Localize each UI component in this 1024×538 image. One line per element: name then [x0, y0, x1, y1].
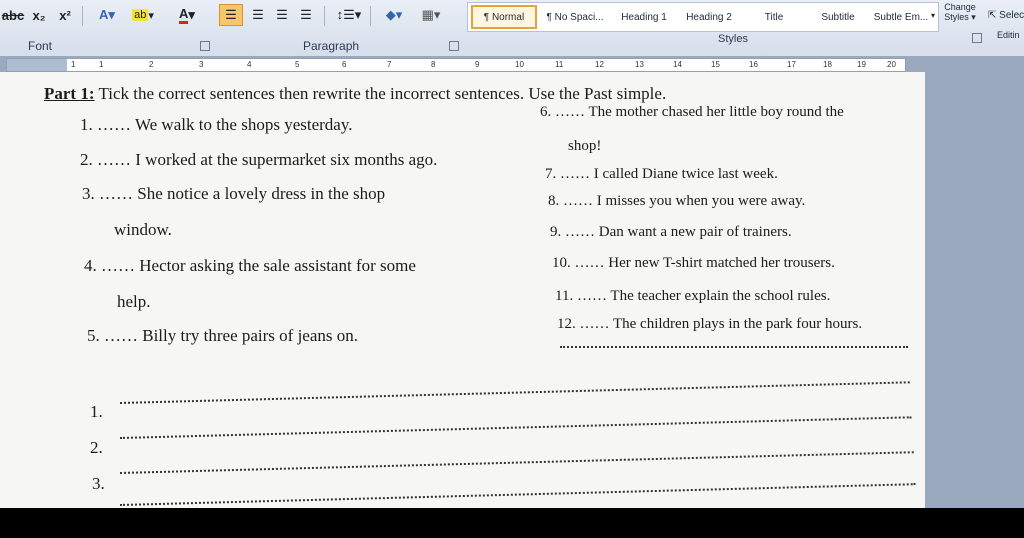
ruler-number: 7 [387, 60, 392, 69]
font-dialog-launcher-icon[interactable] [200, 41, 210, 51]
select-label: Selec [999, 10, 1024, 21]
ruler-number: 8 [431, 60, 436, 69]
highlight-color-icon[interactable]: ab ▾ [128, 6, 158, 24]
strikethrough-button[interactable]: abc [2, 6, 24, 24]
justify-icon[interactable]: ☰ [296, 6, 316, 24]
ruler-number: 14 [673, 60, 682, 69]
style-heading-2[interactable]: Heading 2 [678, 5, 740, 29]
horizontal-ruler[interactable]: 1 1 2 3 4 5 6 7 8 9 10 11 12 13 14 15 16… [6, 58, 906, 72]
sentence-11: 11. …… The teacher explain the school ru… [555, 288, 831, 304]
styles-dialog-launcher-icon[interactable] [972, 33, 982, 43]
ruler-number: 1 [71, 60, 76, 69]
ruler-number: 18 [823, 60, 832, 69]
sentence-8: 8. …… I misses you when you were away. [548, 193, 806, 209]
answer-line [119, 451, 914, 474]
superscript-button[interactable]: x² [54, 6, 76, 24]
answer-number-1: 1. [90, 402, 103, 421]
sentence-4-continued: help. [117, 292, 151, 311]
answer-line [560, 346, 908, 348]
font-color-icon[interactable]: A ▾ [170, 6, 204, 24]
ruler-number: 17 [787, 60, 796, 69]
answer-line [119, 483, 916, 506]
ruler-number: 6 [342, 60, 347, 69]
ruler-number: 11 [555, 60, 564, 69]
change-styles-button[interactable]: Change Styles ▾ [940, 2, 980, 32]
sentence-3-continued: window. [114, 220, 172, 239]
ruler-number: 15 [711, 60, 720, 69]
ruler-number: 4 [247, 60, 252, 69]
paragraph-dialog-launcher-icon[interactable] [449, 41, 459, 51]
line-spacing-icon[interactable]: ↕☰▾ [334, 6, 364, 24]
borders-icon[interactable]: ▦▾ [416, 6, 446, 24]
ruler-number: 1 [99, 60, 104, 69]
sentence-5: 5. …… Billy try three pairs of jeans on. [87, 326, 359, 345]
ruler-number: 10 [515, 60, 524, 69]
style-no-spacing[interactable]: ¶ No Spaci... [540, 5, 610, 29]
sentence-1: 1. …… We walk to the shops yesterday. [80, 115, 353, 134]
answer-line [119, 381, 910, 404]
align-left-icon[interactable]: ☰ [219, 4, 243, 26]
ruler-number: 12 [595, 60, 604, 69]
sentence-7: 7. …… I called Diane twice last week. [545, 166, 778, 182]
sentence-6-continued: shop! [568, 138, 602, 154]
styles-gallery: ¶ Normal ¶ No Spaci... Heading 1 Heading… [467, 2, 939, 32]
title-label: Part 1: [44, 84, 95, 103]
ruler-number: 2 [149, 60, 154, 69]
ruler-left-margin [7, 59, 67, 71]
ruler-number: 20 [887, 60, 896, 69]
ribbon: abc x₂ x² A▾ ab ▾ A ▾ Font ☰ ☰ ☰ ☰ ↕☰▾ ◆▾ … [0, 0, 1024, 57]
font-group-label: Font [28, 39, 53, 53]
sentence-6: 6. …… The mother chased her little boy r… [540, 104, 844, 120]
style-title[interactable]: Title [744, 5, 804, 29]
editing-group-label: Editin [997, 30, 1020, 40]
answer-number-2: 2. [90, 438, 103, 457]
answer-line [119, 416, 912, 439]
styles-group-label: Styles [718, 33, 748, 45]
answer-number-3: 3. [92, 474, 105, 493]
ruler-number: 13 [635, 60, 644, 69]
ruler-number: 3 [199, 60, 204, 69]
exercise-title: Part 1: Tick the correct sentences then … [44, 84, 666, 104]
ruler-number: 5 [295, 60, 300, 69]
style-heading-1[interactable]: Heading 1 [613, 5, 675, 29]
text-effects-icon[interactable]: A▾ [92, 6, 122, 24]
ruler-number: 19 [857, 60, 866, 69]
document-page[interactable]: Part 1: Tick the correct sentences then … [0, 72, 925, 508]
styles-more-icon[interactable]: ▾ [928, 6, 938, 24]
style-subtle-emphasis[interactable]: Subtle Em... [870, 5, 932, 29]
ruler-number: 16 [749, 60, 758, 69]
sentence-2: 2. …… I worked at the supermarket six mo… [80, 150, 438, 169]
paragraph-group-label: Paragraph [303, 39, 360, 53]
screen-bottom-bezel [0, 508, 1024, 538]
document-workspace: 1 1 2 3 4 5 6 7 8 9 10 11 12 13 14 15 16… [0, 56, 1024, 508]
sentence-4: 4. …… Hector asking the sale assistant f… [84, 256, 416, 275]
ruler-number: 9 [475, 60, 480, 69]
style-normal[interactable]: ¶ Normal [471, 5, 537, 29]
title-text: Tick the correct sentences then rewrite … [94, 84, 667, 103]
style-subtitle[interactable]: Subtitle [808, 5, 868, 29]
sentence-3: 3. …… She notice a lovely dress in the s… [82, 184, 386, 203]
sentence-12: 12. …… The children plays in the park fo… [557, 316, 863, 332]
change-styles-label: Change Styles [944, 2, 976, 22]
shading-icon[interactable]: ◆▾ [378, 6, 410, 24]
sentence-9: 9. …… Dan want a new pair of trainers. [550, 224, 792, 240]
align-right-icon[interactable]: ☰ [272, 6, 292, 24]
select-button[interactable]: ⇱ Selec [988, 10, 1024, 21]
sentence-10: 10. …… Her new T-shirt matched her trous… [552, 255, 835, 271]
subscript-button[interactable]: x₂ [28, 6, 50, 24]
align-center-icon[interactable]: ☰ [248, 6, 268, 24]
cursor-icon: ⇱ [988, 10, 997, 21]
